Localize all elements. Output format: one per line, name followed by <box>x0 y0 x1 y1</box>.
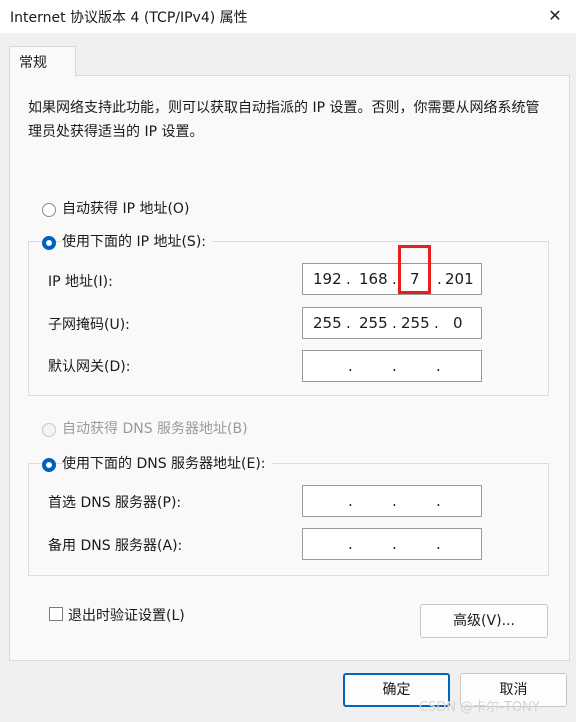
ip-manual-radio[interactable] <box>42 236 56 250</box>
ip-address-octet-1: 192 <box>313 270 342 288</box>
preferred-dns-field[interactable]: . . . <box>302 485 482 517</box>
alternate-dns-label: 备用 DNS 服务器(A): <box>48 538 183 554</box>
validate-on-exit-label[interactable]: 退出时验证设置(L) <box>68 605 185 625</box>
subnet-mask-label: 子网掩码(U): <box>48 317 130 333</box>
title-bar: Internet 协议版本 4 (TCP/IPv4) 属性 ✕ <box>0 0 576 33</box>
default-gateway-field[interactable]: . . . <box>302 350 482 382</box>
advanced-button[interactable]: 高级(V)... <box>420 604 548 638</box>
dns-auto-label[interactable]: 自动获得 DNS 服务器地址(B) <box>62 418 254 438</box>
subnet-mask-octet-4: 0 <box>453 314 463 332</box>
dns-manual-radio[interactable] <box>42 458 56 472</box>
subnet-mask-octet-3: 255 <box>401 314 430 332</box>
ip-address-label: IP 地址(I): <box>48 274 113 290</box>
watermark-text: CSDN @卡尔-TONY <box>419 700 540 715</box>
description-text: 如果网络支持此功能，则可以获取自动指派的 IP 设置。否则，你需要从网络系统管理… <box>28 100 540 140</box>
annotation-highlight-box <box>398 245 431 294</box>
subnet-mask-octet-1: 255 <box>313 314 342 332</box>
subnet-mask-field[interactable]: 255 . 255 . 255 . 0 <box>302 307 482 339</box>
close-icon[interactable]: ✕ <box>544 6 566 26</box>
dns-auto-radio[interactable] <box>42 423 56 437</box>
ip-address-octet-4: 201 <box>445 270 474 288</box>
preferred-dns-label: 首选 DNS 服务器(P): <box>48 495 182 511</box>
window-title: Internet 协议版本 4 (TCP/IPv4) 属性 <box>10 10 248 26</box>
ip-auto-label[interactable]: 自动获得 IP 地址(O) <box>62 198 196 218</box>
alternate-dns-field[interactable]: . . . <box>302 528 482 560</box>
subnet-mask-octet-2: 255 <box>359 314 388 332</box>
ip-manual-label[interactable]: 使用下面的 IP 地址(S): <box>62 231 212 251</box>
dns-manual-label[interactable]: 使用下面的 DNS 服务器地址(E): <box>62 453 272 473</box>
ip-address-octet-2: 168 <box>359 270 388 288</box>
default-gateway-label: 默认网关(D): <box>48 359 131 375</box>
tab-general-label: 常规 <box>19 55 47 71</box>
ip-auto-radio[interactable] <box>42 203 56 217</box>
validate-on-exit-checkbox[interactable] <box>49 607 63 621</box>
ip-address-field[interactable]: 192 . 168 . 7 . 201 <box>302 263 482 295</box>
tab-general[interactable]: 常规 <box>9 46 76 77</box>
